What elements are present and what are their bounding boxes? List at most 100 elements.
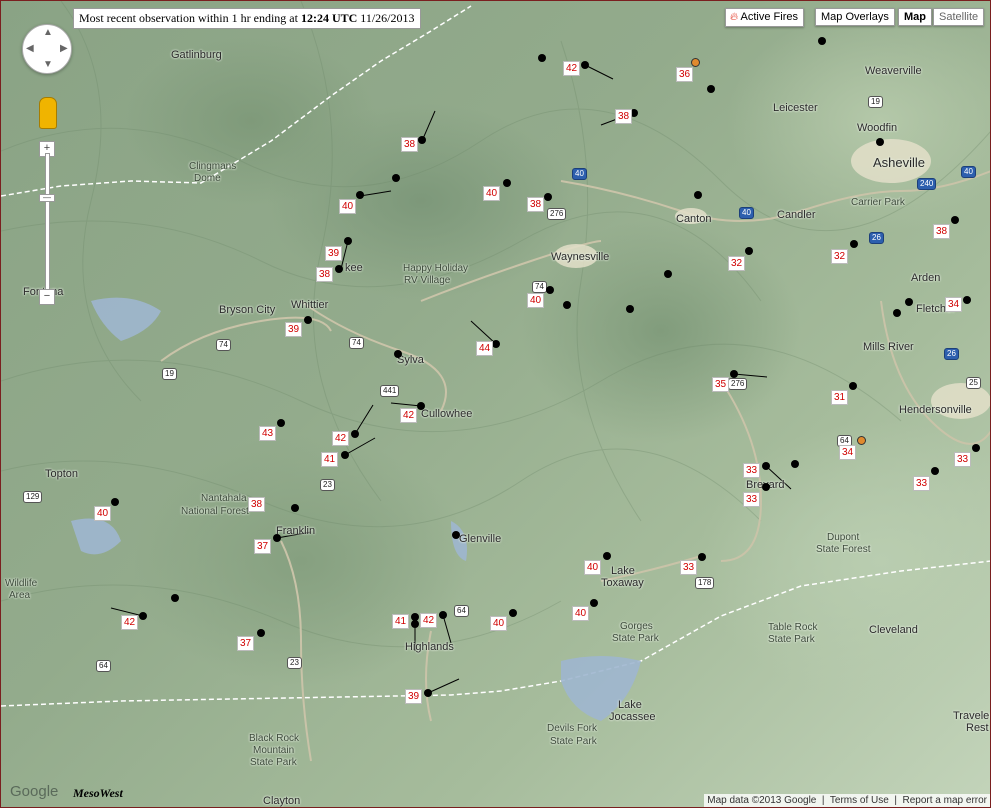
station-dot[interactable] xyxy=(304,316,312,324)
fire-station-dot[interactable] xyxy=(691,58,700,67)
obs-value-label[interactable]: 33 xyxy=(743,463,761,478)
obs-value-label[interactable]: 38 xyxy=(933,224,951,239)
station-dot[interactable] xyxy=(411,620,419,628)
obs-value-label[interactable]: 38 xyxy=(615,109,633,124)
station-dot[interactable] xyxy=(418,136,426,144)
obs-value-label[interactable]: 40 xyxy=(483,186,501,201)
station-dot[interactable] xyxy=(951,216,959,224)
obs-value-label[interactable]: 42 xyxy=(332,431,350,446)
obs-value-label[interactable]: 36 xyxy=(676,67,694,82)
station-dot[interactable] xyxy=(257,629,265,637)
obs-value-label[interactable]: 44 xyxy=(476,341,494,356)
station-dot[interactable] xyxy=(694,191,702,199)
obs-value-label[interactable]: 32 xyxy=(831,249,849,264)
station-dot[interactable] xyxy=(291,504,299,512)
obs-value-label[interactable]: 37 xyxy=(237,636,255,651)
obs-value-label[interactable]: 40 xyxy=(339,199,357,214)
station-dot[interactable] xyxy=(581,61,589,69)
obs-value-label[interactable]: 40 xyxy=(490,616,508,631)
station-dot[interactable] xyxy=(452,531,460,539)
obs-value-label[interactable]: 41 xyxy=(392,614,410,629)
station-dot[interactable] xyxy=(394,350,402,358)
obs-value-label[interactable]: 42 xyxy=(400,408,418,423)
station-dot[interactable] xyxy=(171,594,179,602)
obs-value-label[interactable]: 38 xyxy=(248,497,266,512)
obs-value-label[interactable]: 38 xyxy=(527,197,545,212)
obs-value-label[interactable]: 42 xyxy=(420,613,438,628)
station-dot[interactable] xyxy=(111,498,119,506)
obs-value-label[interactable]: 33 xyxy=(680,560,698,575)
map-type-button[interactable]: Map xyxy=(898,8,932,26)
station-dot[interactable] xyxy=(563,301,571,309)
station-dot[interactable] xyxy=(876,138,884,146)
obs-value-label[interactable]: 33 xyxy=(954,452,972,467)
obs-value-label[interactable]: 40 xyxy=(584,560,602,575)
station-dot[interactable] xyxy=(139,612,147,620)
pan-up-icon[interactable]: ▲ xyxy=(43,27,53,38)
map-overlays-button[interactable]: Map Overlays xyxy=(815,8,895,26)
obs-value-label[interactable]: 40 xyxy=(572,606,590,621)
obs-value-label[interactable]: 34 xyxy=(839,445,857,460)
obs-value-label[interactable]: 42 xyxy=(563,61,581,76)
station-dot[interactable] xyxy=(905,298,913,306)
obs-value-label[interactable]: 38 xyxy=(316,267,334,282)
station-dot[interactable] xyxy=(931,467,939,475)
obs-value-label[interactable]: 43 xyxy=(259,426,277,441)
zoom-slider-track[interactable] xyxy=(45,153,50,297)
obs-value-label[interactable]: 39 xyxy=(405,689,423,704)
station-dot[interactable] xyxy=(509,609,517,617)
pan-down-icon[interactable]: ▼ xyxy=(43,59,53,70)
pan-left-icon[interactable]: ◀ xyxy=(26,43,34,54)
station-dot[interactable] xyxy=(341,451,349,459)
station-dot[interactable] xyxy=(273,534,281,542)
obs-value-label[interactable]: 32 xyxy=(728,256,746,271)
station-dot[interactable] xyxy=(745,247,753,255)
zoom-slider-handle[interactable]: — xyxy=(39,194,55,202)
obs-value-label[interactable]: 39 xyxy=(325,246,343,261)
active-fires-button[interactable]: 🔥︎ Active Fires xyxy=(725,8,804,27)
obs-value-label[interactable]: 42 xyxy=(121,615,139,630)
zoom-out-button[interactable]: − xyxy=(39,289,55,305)
obs-value-label[interactable]: 31 xyxy=(831,390,849,405)
pan-right-icon[interactable]: ▶ xyxy=(60,43,68,54)
station-dot[interactable] xyxy=(492,340,500,348)
obs-value-label[interactable]: 33 xyxy=(743,492,761,507)
station-dot[interactable] xyxy=(356,191,364,199)
map-canvas[interactable]: Gatlinburg Clingmans Dome Fontana Bryson… xyxy=(0,0,991,808)
report-error-link[interactable]: Report a map error xyxy=(903,795,987,806)
obs-value-label[interactable]: 33 xyxy=(913,476,931,491)
station-dot[interactable] xyxy=(707,85,715,93)
terms-link[interactable]: Terms of Use xyxy=(830,795,889,806)
station-dot[interactable] xyxy=(277,419,285,427)
pan-control[interactable]: ▲ ▼ ◀ ▶ xyxy=(22,24,72,74)
station-dot[interactable] xyxy=(503,179,511,187)
station-dot[interactable] xyxy=(344,237,352,245)
station-dot[interactable] xyxy=(818,37,826,45)
obs-value-label[interactable]: 38 xyxy=(401,137,419,152)
station-dot[interactable] xyxy=(791,460,799,468)
station-dot[interactable] xyxy=(590,599,598,607)
street-view-pegman-icon[interactable] xyxy=(39,97,57,129)
station-dot[interactable] xyxy=(893,309,901,317)
station-dot[interactable] xyxy=(849,382,857,390)
station-dot[interactable] xyxy=(698,553,706,561)
station-dot[interactable] xyxy=(963,296,971,304)
obs-value-label[interactable]: 37 xyxy=(254,539,272,554)
station-dot[interactable] xyxy=(730,370,738,378)
station-dot[interactable] xyxy=(546,286,554,294)
satellite-type-button[interactable]: Satellite xyxy=(933,8,985,26)
station-dot[interactable] xyxy=(417,402,425,410)
obs-value-label[interactable]: 39 xyxy=(285,322,303,337)
station-dot[interactable] xyxy=(392,174,400,182)
station-dot[interactable] xyxy=(603,552,611,560)
station-dot[interactable] xyxy=(664,270,672,278)
station-dot[interactable] xyxy=(538,54,546,62)
obs-value-label[interactable]: 35 xyxy=(712,377,730,392)
station-dot[interactable] xyxy=(762,462,770,470)
station-dot[interactable] xyxy=(351,430,359,438)
station-dot[interactable] xyxy=(335,265,343,273)
station-dot[interactable] xyxy=(850,240,858,248)
station-dot[interactable] xyxy=(626,305,634,313)
station-dot[interactable] xyxy=(762,483,770,491)
station-dot[interactable] xyxy=(972,444,980,452)
